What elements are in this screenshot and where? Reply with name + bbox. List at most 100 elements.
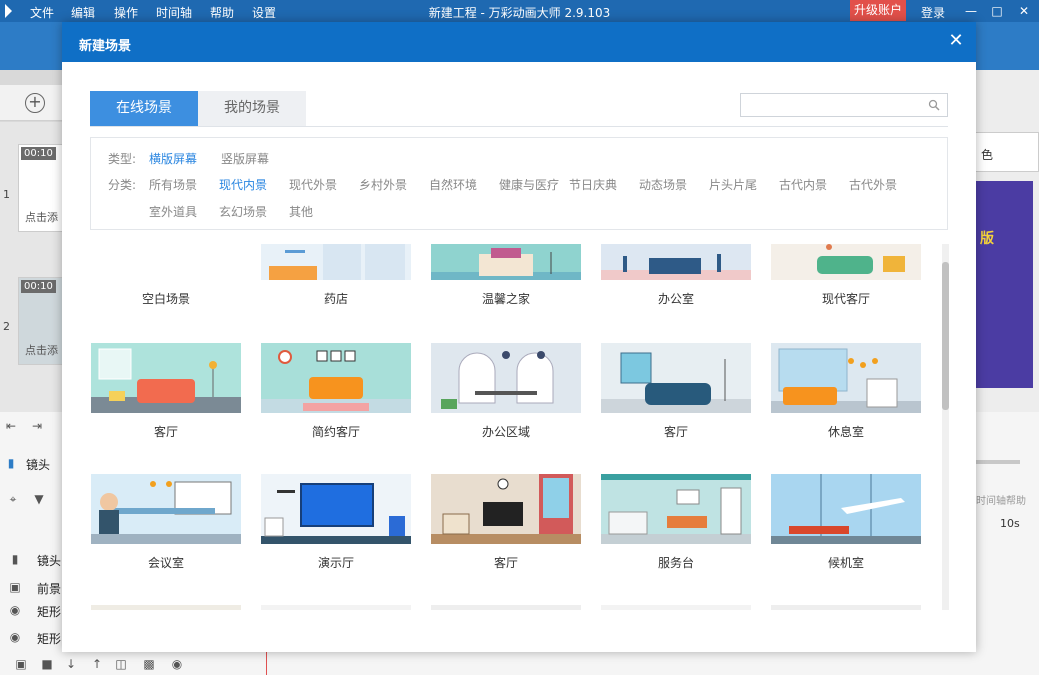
timeline-help-link[interactable]: 时间轴帮助 — [976, 492, 1026, 507]
scene-thumbnail[interactable] — [261, 605, 411, 610]
scene-caption: 现代客厅 — [821, 292, 870, 306]
category-option[interactable]: 动态场景 — [639, 176, 687, 193]
scene-thumbnail-service-desk[interactable] — [601, 474, 751, 544]
close-icon[interactable]: ✕ — [946, 31, 966, 51]
zoom-slider[interactable] — [976, 460, 1020, 464]
login-link[interactable]: 登录 — [921, 4, 945, 21]
search-icon[interactable] — [928, 99, 940, 111]
add-scene-icon[interactable]: + — [25, 93, 45, 113]
import-icon[interactable]: ⇤ — [4, 419, 18, 433]
preview-text: 版 — [980, 231, 994, 247]
scene-card[interactable]: 00:10 点击添 — [18, 277, 68, 365]
filter-icon[interactable]: ▼ — [32, 492, 46, 506]
scene-duration: 00:10 — [21, 147, 56, 160]
track-label: 镜头 — [26, 458, 51, 472]
scene-thumbnail-meeting-room[interactable] — [91, 474, 241, 544]
scene-thumbnail[interactable] — [601, 605, 751, 610]
track-label: 镜头 — [37, 554, 62, 568]
folder-icon[interactable]: ■ — [40, 657, 54, 671]
scene-card[interactable]: 00:10 点击添 — [18, 144, 68, 232]
lock-icon[interactable]: ▩ — [142, 657, 156, 671]
scene-caption: 简约客厅 — [311, 425, 360, 439]
timeline-cursor[interactable] — [266, 652, 267, 675]
scene-thumbnail-waiting-room[interactable] — [771, 474, 921, 544]
scene-thumbnail-blank[interactable] — [91, 244, 241, 280]
scene-thumbnail-presentation-hall[interactable] — [261, 474, 411, 544]
category-option[interactable]: 现代内景 — [219, 176, 267, 193]
scrollbar-thumb[interactable] — [942, 262, 949, 410]
export-icon[interactable]: ⇥ — [30, 419, 44, 433]
new-scene-dialog: 新建场景 ✕ 在线场景 我的场景 类型: 横版屏幕 竖版屏幕 分类: 所有场景 … — [62, 22, 976, 652]
upgrade-account-button[interactable]: 升级账户 — [850, 0, 906, 21]
type-option[interactable]: 竖版屏幕 — [221, 150, 269, 167]
timeline-tick: 10s — [1000, 517, 1020, 530]
dialog-header: 新建场景 ✕ — [62, 22, 976, 62]
scene-thumbnail[interactable] — [771, 605, 921, 610]
category-option[interactable]: 室外道具 — [149, 203, 197, 220]
scene-thumbnail[interactable] — [431, 605, 581, 610]
search-input[interactable] — [740, 93, 948, 117]
scene-caption: 会议室 — [147, 556, 184, 570]
track-label: 前景 — [37, 582, 62, 596]
scene-thumbnail-living-room-3[interactable] — [431, 474, 581, 544]
scene-add-hint: 点击添 — [25, 344, 58, 357]
scene-thumbnail[interactable] — [91, 605, 241, 610]
scene-caption: 药店 — [323, 292, 348, 306]
track-label: 矩形 — [37, 632, 62, 646]
tab-my-scenes[interactable]: 我的场景 — [198, 91, 306, 126]
title-bar: 文件 编辑 操作 时间轴 帮助 设置 新建工程 - 万彩动画大师 2.9.103… — [0, 0, 1039, 22]
category-option[interactable]: 古代外景 — [849, 176, 897, 193]
category-label: 分类: — [108, 178, 137, 192]
type-option[interactable]: 横版屏幕 — [149, 150, 197, 167]
category-option[interactable]: 玄幻场景 — [219, 203, 267, 220]
camera-icon: ▮ — [7, 456, 15, 470]
scene-caption: 温馨之家 — [481, 292, 530, 306]
scene-thumbnail-office-area[interactable] — [431, 343, 581, 413]
eye-icon[interactable]: ◉ — [170, 657, 184, 671]
scene-caption: 服务台 — [657, 556, 694, 570]
category-option[interactable]: 片头片尾 — [709, 176, 757, 193]
image-icon[interactable]: ▣ — [14, 657, 28, 671]
tab-divider — [90, 126, 948, 127]
color-button[interactable]: 色 — [966, 132, 1039, 172]
scene-thumbnail-office[interactable] — [601, 244, 751, 280]
scene-caption: 空白场景 — [141, 292, 190, 306]
scene-caption: 办公区域 — [481, 425, 530, 439]
minimize-icon[interactable]: — — [962, 2, 980, 20]
camera-track-icon: ▮ — [11, 552, 19, 566]
scene-grid: 空白场景 药店 温馨之家 办公室 现代客厅 客厅 简约客厅 办公区域 客厅 休息… — [90, 244, 942, 610]
scene-add-hint: 点击添 — [25, 211, 58, 224]
category-option[interactable]: 乡村外景 — [359, 176, 407, 193]
scene-thumbnail-pharmacy[interactable] — [261, 244, 411, 280]
foreground-icon: ▣ — [9, 580, 21, 594]
category-option[interactable]: 节日庆典 — [569, 176, 617, 193]
scene-thumbnail-living-room-2[interactable] — [601, 343, 751, 413]
eye-icon[interactable]: ◉ — [8, 630, 22, 644]
category-option[interactable]: 自然环境 — [429, 176, 477, 193]
scene-thumbnail-lounge[interactable] — [771, 343, 921, 413]
scene-caption: 客厅 — [153, 425, 178, 439]
trash-icon[interactable]: ◫ — [114, 657, 128, 671]
close-icon[interactable]: ✕ — [1015, 2, 1033, 20]
category-option[interactable]: 其他 — [289, 203, 313, 220]
type-label: 类型: — [108, 152, 137, 166]
scene-thumbnail-modern-living-room[interactable] — [771, 244, 921, 280]
eye-icon[interactable]: ◉ — [8, 603, 22, 617]
scene-caption: 客厅 — [663, 425, 688, 439]
scene-thumbnail-simple-living-room[interactable] — [261, 343, 411, 413]
locate-icon[interactable]: ⌖ — [6, 492, 20, 506]
dialog-title: 新建场景 — [79, 39, 132, 54]
category-option[interactable]: 所有场景 — [149, 176, 197, 193]
category-option[interactable]: 现代外景 — [289, 176, 337, 193]
scene-caption: 候机室 — [827, 556, 864, 570]
tab-online-scenes[interactable]: 在线场景 — [90, 91, 198, 126]
scene-thumbnail-living-room[interactable] — [91, 343, 241, 413]
scene-caption: 演示厅 — [317, 556, 354, 570]
arrow-down-icon[interactable]: ↓ — [64, 657, 78, 671]
scene-caption: 客厅 — [493, 556, 518, 570]
category-option[interactable]: 健康与医疗 — [499, 176, 559, 193]
arrow-up-icon[interactable]: ↑ — [90, 657, 104, 671]
category-option[interactable]: 古代内景 — [779, 176, 827, 193]
maximize-icon[interactable]: □ — [988, 2, 1006, 20]
scene-thumbnail-cozy-home[interactable] — [431, 244, 581, 280]
